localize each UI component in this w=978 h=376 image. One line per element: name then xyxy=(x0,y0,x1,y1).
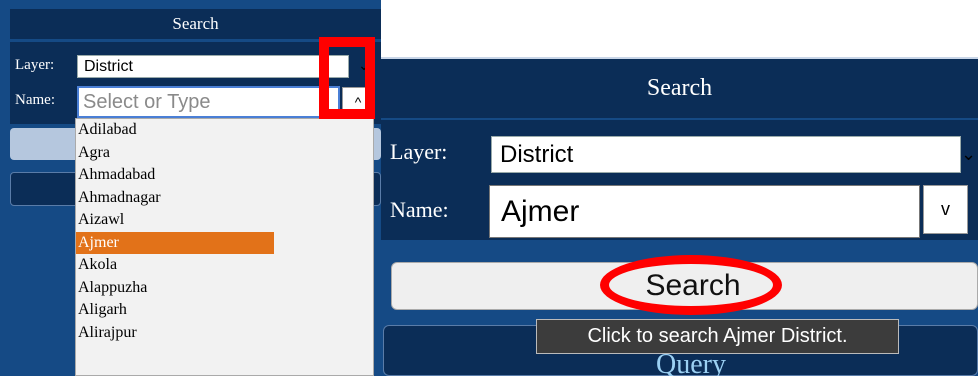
search-tooltip: Click to search Ajmer District. xyxy=(536,319,899,354)
dropdown-item[interactable]: Aizawl xyxy=(76,209,274,232)
right-name-input[interactable]: Ajmer xyxy=(489,185,920,238)
right-search-panel: Search Layer: District ⌄ Name: Ajmer v S… xyxy=(381,57,978,376)
right-name-label: Name: xyxy=(390,197,449,222)
right-panel-title: Search xyxy=(381,57,978,118)
dropdown-item[interactable]: Akola xyxy=(76,254,274,277)
left-layer-label: Layer: xyxy=(15,57,55,73)
dropdown-item[interactable]: Adilabad xyxy=(76,119,274,142)
left-name-label: Name: xyxy=(15,92,55,108)
dropdown-item[interactable]: Alappuzha xyxy=(76,277,274,300)
dropdown-item[interactable]: Alirajpur xyxy=(76,322,274,345)
left-name-input[interactable]: Select or Type xyxy=(77,86,340,118)
right-dropdown-toggle[interactable]: v xyxy=(923,185,968,234)
left-panel-title: Search xyxy=(10,9,381,39)
dropdown-item[interactable]: Ahmadnagar xyxy=(76,187,274,210)
name-dropdown-list[interactable]: Adilabad Agra Ahmadabad Ahmadnagar Aizaw… xyxy=(75,118,374,376)
right-layer-label: Layer: xyxy=(390,139,448,164)
annotation-highlight-ellipse xyxy=(600,255,782,315)
left-layer-select[interactable]: District xyxy=(77,55,349,78)
dropdown-item[interactable]: Aligarh xyxy=(76,299,274,322)
annotation-highlight-box xyxy=(319,37,375,119)
chevron-down-icon[interactable]: ⌄ xyxy=(961,136,978,173)
dropdown-item-selected[interactable]: Ajmer xyxy=(76,231,274,254)
dropdown-item[interactable]: Agra xyxy=(76,142,274,165)
right-layer-select[interactable]: District xyxy=(491,136,961,173)
dropdown-item[interactable]: Ahmadabad xyxy=(76,164,274,187)
